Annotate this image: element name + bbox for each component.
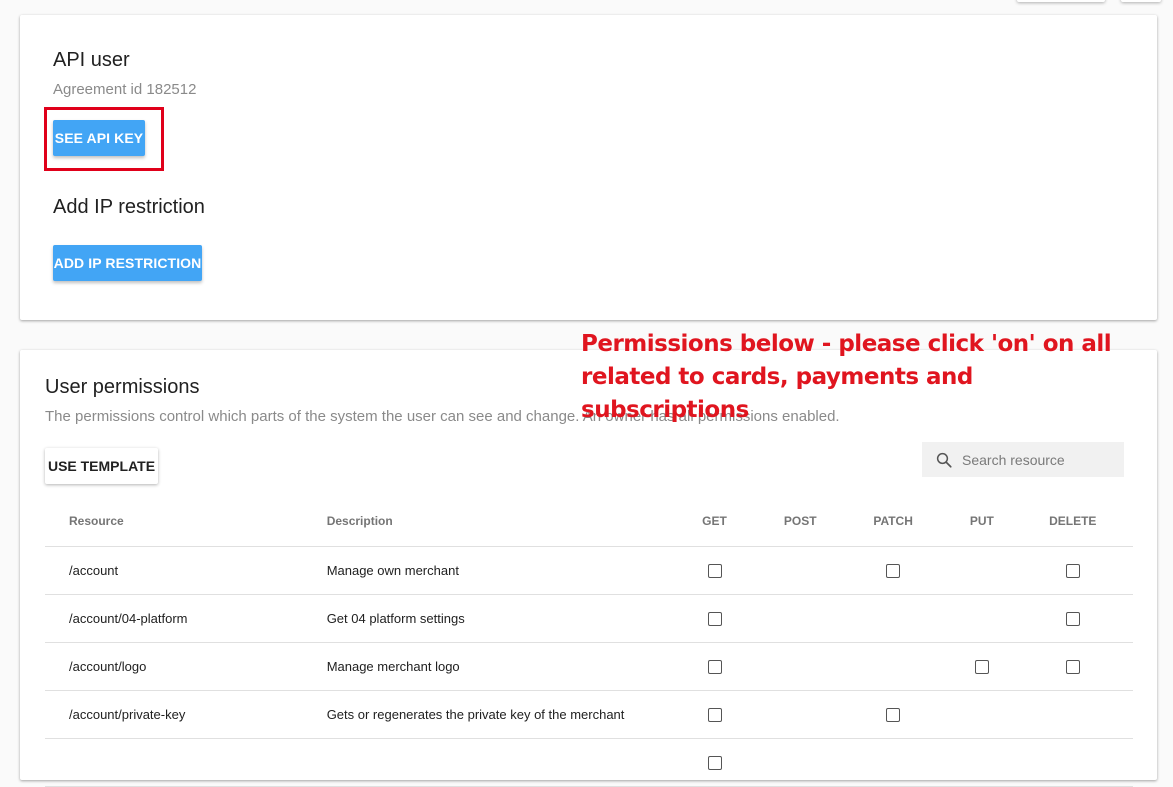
patch-cell	[834, 546, 952, 595]
post-cell	[765, 594, 835, 643]
annotation-line-2: related to cards, payments and subscript…	[581, 364, 973, 423]
delete-permission-checkbox[interactable]	[1065, 563, 1080, 578]
get-cell	[663, 594, 766, 643]
description-cell	[326, 738, 664, 787]
description-cell: Manage own merchant	[326, 546, 664, 595]
patch-permission-checkbox[interactable]	[886, 707, 901, 722]
resource-cell: /account	[45, 546, 327, 595]
patch-cell	[834, 642, 952, 691]
resource-cell	[45, 738, 327, 787]
add-ip-restriction-button[interactable]: ADD IP RESTRICTION	[53, 245, 202, 281]
patch-permission-checkbox[interactable]	[886, 563, 901, 578]
api-user-card: API user Agreement id 182512 SEE API KEY…	[20, 15, 1157, 320]
get-cell	[663, 546, 766, 595]
col-patch: PATCH	[834, 497, 952, 547]
delete-cell	[1012, 738, 1133, 787]
put-cell	[951, 594, 1013, 643]
get-cell	[663, 642, 766, 691]
delete-cell	[1012, 642, 1133, 691]
agreement-id: Agreement id 182512	[53, 81, 197, 98]
get-permission-checkbox[interactable]	[707, 563, 722, 578]
resource-cell: /account/logo	[45, 642, 327, 691]
table-row: /account/private-key Gets or regenerates …	[45, 690, 1133, 739]
col-put: PUT	[951, 497, 1013, 547]
post-cell	[765, 690, 835, 739]
api-user-title: API user	[53, 49, 130, 71]
put-cell	[951, 546, 1013, 595]
description-cell: Get 04 platform settings	[326, 594, 664, 643]
table-row: /account/logo Manage merchant logo	[45, 642, 1133, 691]
delete-cell	[1012, 690, 1133, 739]
permissions-title: User permissions	[45, 376, 200, 398]
delete-permission-checkbox[interactable]	[1065, 611, 1080, 626]
put-cell	[951, 690, 1013, 739]
put-cell	[951, 642, 1013, 691]
get-permission-checkbox[interactable]	[707, 755, 722, 770]
ip-restriction-title: Add IP restriction	[53, 196, 205, 218]
col-description: Description	[326, 497, 664, 547]
instruction-annotation: Permissions below - please click 'on' on…	[581, 328, 1141, 427]
search-icon	[936, 452, 952, 468]
post-cell	[765, 642, 835, 691]
get-permission-checkbox[interactable]	[707, 659, 722, 674]
use-template-button[interactable]: USE TEMPLATE	[45, 448, 158, 484]
put-cell	[951, 738, 1013, 787]
put-permission-checkbox[interactable]	[974, 659, 989, 674]
description-cell: Gets or regenerates the private key of t…	[326, 690, 664, 739]
col-get: GET	[663, 497, 766, 547]
patch-cell	[834, 690, 952, 739]
get-cell	[663, 690, 766, 739]
see-api-key-button[interactable]: SEE API KEY	[53, 120, 145, 156]
annotation-line-1: Permissions below - please click 'on' on…	[581, 331, 1112, 357]
search-resource-input[interactable]	[962, 451, 1112, 468]
post-cell	[765, 546, 835, 595]
table-row: /account Manage own merchant	[45, 546, 1133, 595]
get-permission-checkbox[interactable]	[707, 707, 722, 722]
description-cell: Manage merchant logo	[326, 642, 664, 691]
top-button-stub[interactable]	[1017, 0, 1105, 2]
col-delete: DELETE	[1012, 497, 1133, 547]
permissions-table: Resource Description GET POST PATCH PUT …	[45, 497, 1133, 787]
get-cell	[663, 738, 766, 787]
post-cell	[765, 738, 835, 787]
delete-cell	[1012, 594, 1133, 643]
resource-cell: /account/04-platform	[45, 594, 327, 643]
patch-cell	[834, 594, 952, 643]
table-header-row: Resource Description GET POST PATCH PUT …	[45, 497, 1133, 547]
col-resource: Resource	[45, 497, 327, 547]
top-button-stub-2[interactable]	[1121, 0, 1161, 2]
table-row: /account/04-platform Get 04 platform sett…	[45, 594, 1133, 643]
delete-cell	[1012, 546, 1133, 595]
get-permission-checkbox[interactable]	[707, 611, 722, 626]
search-box	[922, 442, 1124, 477]
patch-cell	[834, 738, 952, 787]
delete-permission-checkbox[interactable]	[1065, 659, 1080, 674]
col-post: POST	[765, 497, 835, 547]
table-row	[45, 738, 1133, 787]
resource-cell: /account/private-key	[45, 690, 327, 739]
